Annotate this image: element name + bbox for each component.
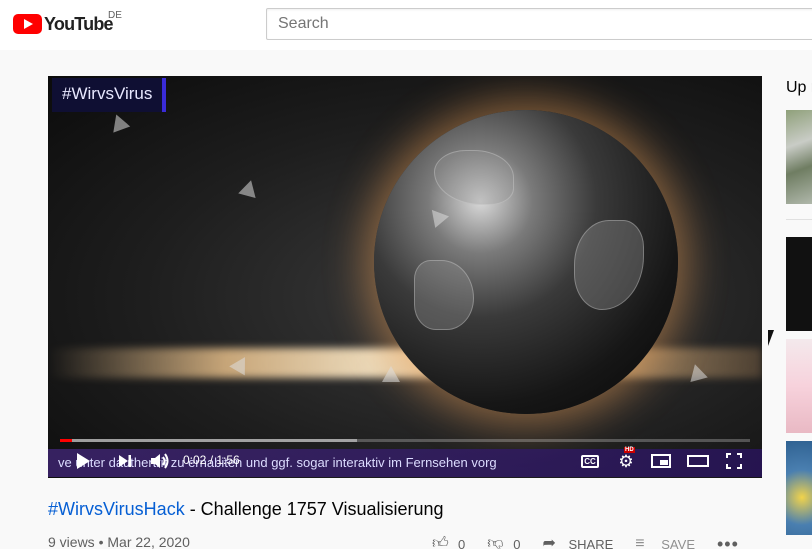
volume-icon	[151, 453, 169, 469]
miniplayer-button[interactable]	[648, 446, 674, 476]
thumbs-up-icon: 👍︎	[432, 535, 449, 549]
youtube-play-logo-icon	[13, 14, 42, 34]
video-title: #WirvsVirusHack - Challenge 1757 Visuali…	[48, 499, 444, 520]
up-next-thumbnail[interactable]	[786, 339, 812, 433]
like-count: 0	[458, 536, 466, 549]
triangle-particle	[686, 361, 708, 383]
up-next-thumbnail[interactable]	[786, 110, 812, 204]
play-button[interactable]	[72, 446, 94, 476]
dislike-button[interactable]: 👎︎ 0	[487, 535, 521, 549]
globe-continent	[414, 260, 474, 330]
thumbs-down-icon: 👎︎	[487, 535, 504, 549]
youtube-logo[interactable]: YouTube DE	[13, 10, 122, 35]
logo-country-code: DE	[108, 10, 122, 21]
globe-continent	[434, 150, 514, 205]
next-button[interactable]	[114, 446, 136, 476]
player-controls: 0:02 / 1:56 CC ⚙ HD	[48, 446, 762, 476]
progress-played	[60, 439, 72, 442]
video-globe-graphic	[374, 110, 678, 414]
volume-button[interactable]	[148, 446, 172, 476]
fullscreen-button[interactable]	[722, 446, 746, 476]
share-arrow-icon: ➦	[542, 535, 556, 549]
view-count: 9 views	[48, 534, 95, 549]
share-button[interactable]: ➦ SHARE	[542, 535, 614, 549]
search-box[interactable]	[266, 8, 812, 40]
progress-buffered	[60, 439, 357, 442]
up-next-heading: Up next	[786, 79, 812, 96]
video-player[interactable]: #WirvsVirus ve unter dauthertrit zu erna…	[48, 76, 762, 478]
progress-bar[interactable]	[60, 439, 750, 442]
triangle-particle	[238, 177, 260, 199]
wirvsvirus-brand-overlay: #WirvsVirus	[52, 78, 167, 112]
cc-icon: CC	[581, 454, 599, 468]
hd-badge: HD	[624, 447, 635, 453]
save-button[interactable]: ≡ SAVE	[635, 535, 695, 549]
miniplayer-icon	[651, 454, 671, 468]
up-next-thumbnail[interactable]	[786, 441, 812, 535]
sidebar-divider	[786, 219, 812, 220]
time-display: 0:02 / 1:56	[183, 453, 240, 467]
share-label: SHARE	[568, 536, 614, 549]
mouse-cursor-icon	[768, 330, 774, 346]
masthead: YouTube DE	[0, 0, 812, 50]
meta-separator: •	[98, 534, 104, 549]
upload-date: Mar 22, 2020	[107, 534, 190, 549]
title-text: - Challenge 1757 Visualisierung	[184, 499, 444, 519]
like-button[interactable]: 👍︎ 0	[432, 535, 466, 549]
video-meta: 9 views • Mar 22, 2020	[48, 534, 190, 549]
theater-mode-button[interactable]	[684, 446, 712, 476]
playlist-add-icon: ≡	[635, 535, 645, 549]
video-actions: 👍︎ 0 👎︎ 0 ➦ SHARE ≡ SAVE •••	[432, 534, 739, 549]
gear-icon: ⚙	[618, 451, 634, 471]
triangle-particle	[107, 111, 131, 133]
more-actions-button[interactable]: •••	[717, 534, 739, 549]
title-hashtag-link[interactable]: #WirvsVirusHack	[48, 499, 185, 519]
settings-button[interactable]: ⚙ HD	[614, 446, 638, 476]
search-input[interactable]	[267, 9, 812, 39]
skip-next-icon	[119, 455, 131, 467]
subtitles-button[interactable]: CC	[578, 446, 602, 476]
play-icon	[77, 453, 90, 469]
theater-mode-icon	[687, 455, 709, 467]
fullscreen-icon	[726, 453, 742, 469]
save-label: SAVE	[661, 536, 695, 549]
triangle-particle	[382, 366, 400, 382]
up-next-thumbnail[interactable]	[786, 237, 812, 331]
logo-text: YouTube	[44, 13, 114, 34]
dislike-count: 0	[513, 536, 521, 549]
globe-continent	[574, 220, 644, 310]
